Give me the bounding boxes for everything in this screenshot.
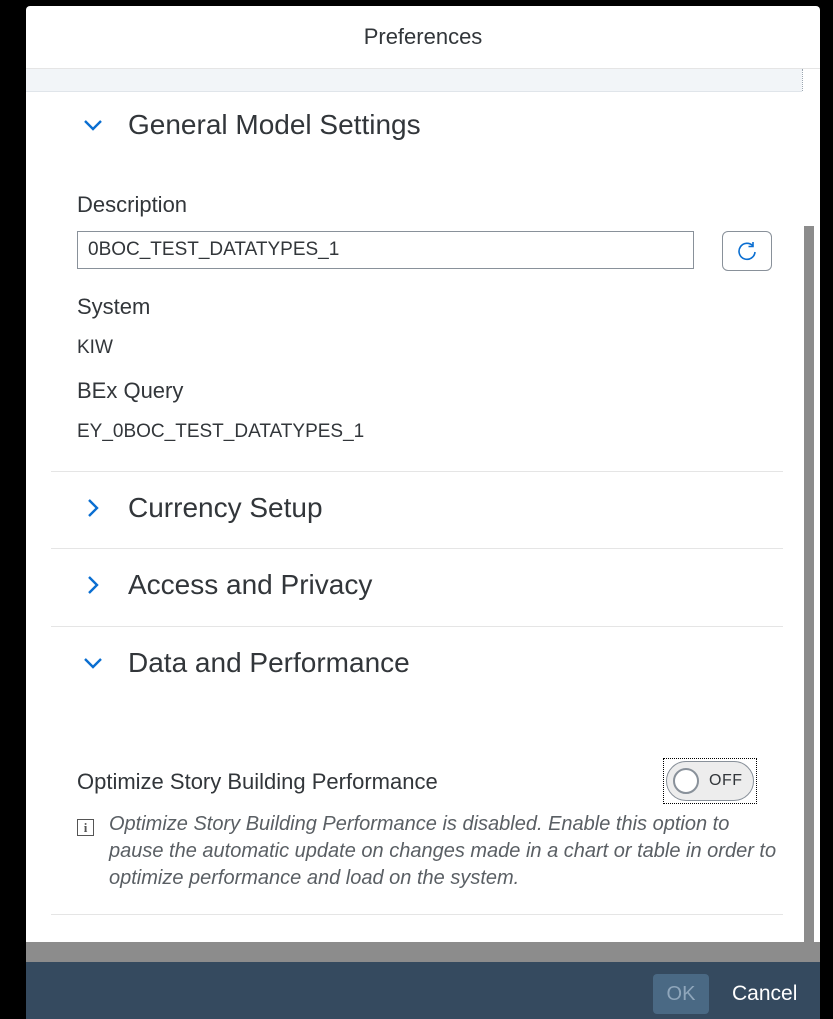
section-divider — [51, 914, 783, 915]
header-subbar — [26, 69, 802, 92]
dialog-title: Preferences — [363, 24, 483, 49]
optimize-performance-label: Optimize Story Building Performance — [77, 769, 438, 794]
section-general-model-settings[interactable]: General Model Settings — [80, 109, 421, 141]
section-divider — [51, 626, 783, 627]
chevron-right-icon — [88, 576, 99, 594]
info-icon: i — [77, 819, 94, 836]
preferences-dialog: Preferences General Model Settings Descr… — [26, 6, 820, 1019]
dialog-footer: OK Cancel — [26, 962, 820, 1019]
switch-state-text: OFF — [709, 772, 743, 789]
section-title: General Model Settings — [128, 109, 421, 140]
section-title: Access and Privacy — [128, 569, 373, 600]
info-text: Optimize Story Building Performance is d… — [109, 813, 777, 889]
bex-query-value: EY_0BOC_TEST_DATATYPES_1 — [77, 421, 365, 442]
vertical-scrollbar[interactable] — [804, 226, 814, 942]
system-value: KIW — [77, 337, 113, 358]
section-currency-setup[interactable]: Currency Setup — [80, 492, 323, 524]
info-message: i Optimize Story Building Performance is… — [77, 811, 777, 892]
refresh-button[interactable] — [722, 231, 772, 271]
section-title: Currency Setup — [128, 492, 323, 523]
ok-button[interactable]: OK — [653, 974, 709, 1014]
optimize-performance-switch[interactable]: OFF — [666, 761, 754, 801]
refresh-icon — [738, 242, 756, 261]
bex-query-label: BEx Query — [77, 378, 184, 403]
section-access-and-privacy[interactable]: Access and Privacy — [80, 569, 372, 601]
chevron-down-icon — [84, 658, 102, 669]
cancel-button[interactable]: Cancel — [726, 974, 803, 1014]
subbar-edge — [802, 69, 804, 91]
system-label: System — [77, 294, 151, 319]
chevron-right-icon — [88, 499, 99, 517]
section-data-and-performance[interactable]: Data and Performance — [80, 647, 410, 679]
horizontal-scrollbar[interactable] — [26, 942, 820, 962]
section-divider — [51, 471, 783, 472]
switch-knob — [673, 768, 699, 794]
description-input[interactable] — [77, 231, 694, 269]
section-title: Data and Performance — [128, 647, 410, 678]
chevron-down-icon — [84, 120, 102, 131]
dialog-header: Preferences — [26, 6, 820, 69]
section-divider — [51, 548, 783, 549]
description-label: Description — [77, 192, 188, 217]
